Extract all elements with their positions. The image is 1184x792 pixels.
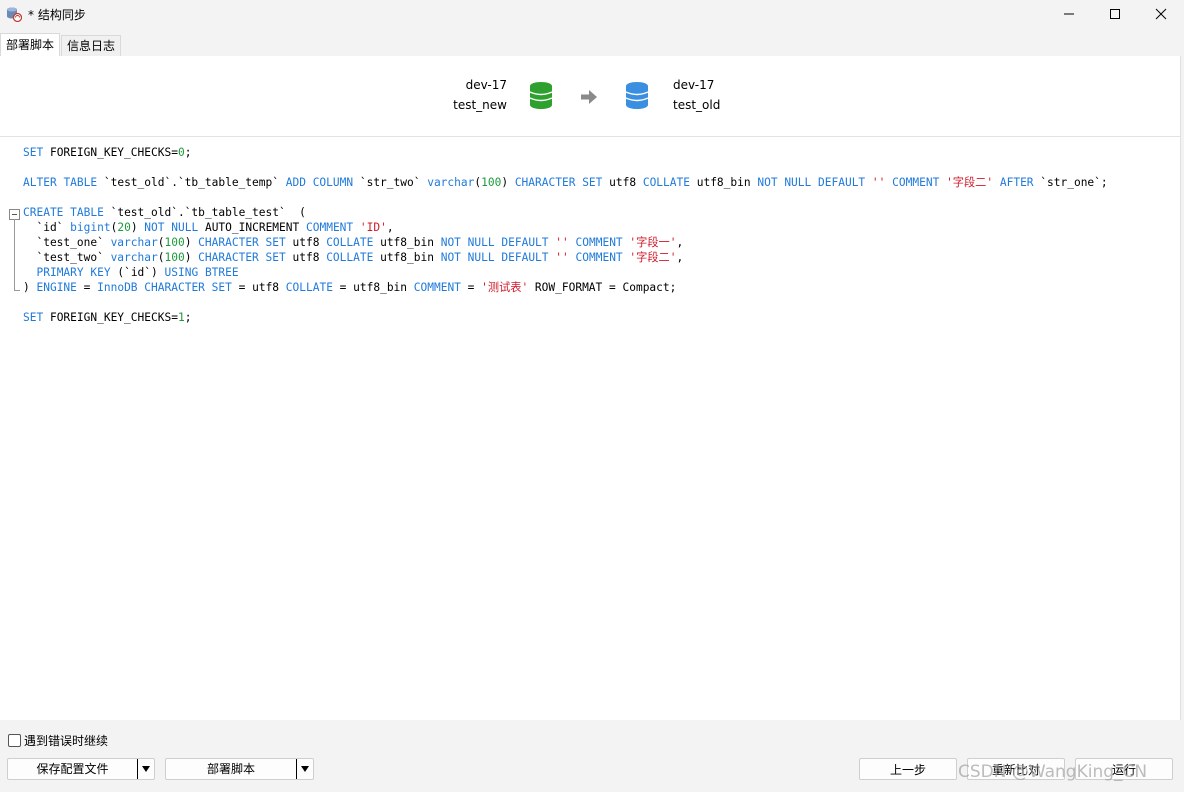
app-database-sync-icon	[6, 6, 23, 23]
tab-strip: 部署脚本 信息日志	[0, 33, 1184, 57]
sync-header: dev-17 test_new dev-17 test_old	[0, 56, 1180, 137]
save-config-split-button[interactable]: 保存配置文件	[7, 758, 155, 780]
save-config-dropdown[interactable]	[137, 759, 154, 779]
previous-step-button[interactable]: 上一步	[859, 758, 957, 780]
script-line[interactable]: CREATE TABLE `test_old`.`tb_table_test` …	[23, 205, 306, 220]
previous-step-label: 上一步	[889, 762, 926, 777]
target-database: test_old	[673, 98, 721, 112]
script-line[interactable]: `id` bigint(20) NOT NULL AUTO_INCREMENT …	[23, 220, 393, 235]
tab-label: 部署脚本	[6, 38, 55, 52]
save-config-button[interactable]: 保存配置文件	[8, 759, 137, 779]
tab-info-log[interactable]: 信息日志	[61, 35, 122, 56]
minimize-icon	[1064, 13, 1074, 15]
chevron-down-icon	[142, 766, 150, 772]
target-connection: dev-17	[673, 78, 715, 92]
script-line[interactable]: SET FOREIGN_KEY_CHECKS=0;	[23, 145, 191, 160]
fold-guide	[14, 219, 15, 291]
target-database-icon	[625, 82, 649, 113]
title-bar: * 结构同步	[0, 0, 1184, 28]
fold-guide-end	[14, 290, 20, 291]
maximize-button[interactable]	[1092, 0, 1138, 28]
script-line[interactable]: `test_two` varchar(100) CHARACTER SET ut…	[23, 250, 683, 265]
source-database-icon	[529, 82, 553, 113]
close-icon	[1155, 8, 1167, 20]
maximize-icon	[1110, 9, 1120, 19]
tab-label: 信息日志	[67, 39, 116, 53]
window-title: * 结构同步	[28, 8, 86, 22]
deploy-script-split-button[interactable]: 部署脚本	[165, 758, 314, 780]
script-line[interactable]: ALTER TABLE `test_old`.`tb_table_temp` A…	[23, 175, 1108, 190]
chevron-down-icon	[301, 766, 309, 772]
script-line[interactable]: PRIMARY KEY (`id`) USING BTREE	[23, 265, 238, 280]
continue-on-error-label: 遇到错误时继续	[24, 734, 109, 748]
script-line[interactable]: ) ENGINE = InnoDB CHARACTER SET = utf8 C…	[23, 280, 676, 295]
minimize-button[interactable]	[1046, 0, 1092, 28]
continue-on-error-checkbox[interactable]	[8, 734, 21, 747]
script-line[interactable]: `test_one` varchar(100) CHARACTER SET ut…	[23, 235, 683, 250]
deploy-script-button[interactable]: 部署脚本	[166, 759, 296, 779]
close-button[interactable]	[1138, 0, 1184, 28]
script-line[interactable]: SET FOREIGN_KEY_CHECKS=1;	[23, 310, 191, 325]
sync-arrow-icon	[580, 89, 598, 108]
deploy-script-dropdown[interactable]	[296, 759, 313, 779]
source-database: test_new	[453, 98, 507, 112]
watermark: CSDN @WangKing_CN	[958, 762, 1148, 782]
footer-bar: 遇到错误时继续 保存配置文件 部署脚本 上一步 重新比对 运行 CSDN @Wa…	[0, 720, 1184, 792]
tab-deploy-script[interactable]: 部署脚本	[0, 33, 61, 57]
source-connection: dev-17	[465, 78, 507, 92]
deploy-script-panel: dev-17 test_new dev-17 test_old SET FORE…	[0, 56, 1181, 720]
